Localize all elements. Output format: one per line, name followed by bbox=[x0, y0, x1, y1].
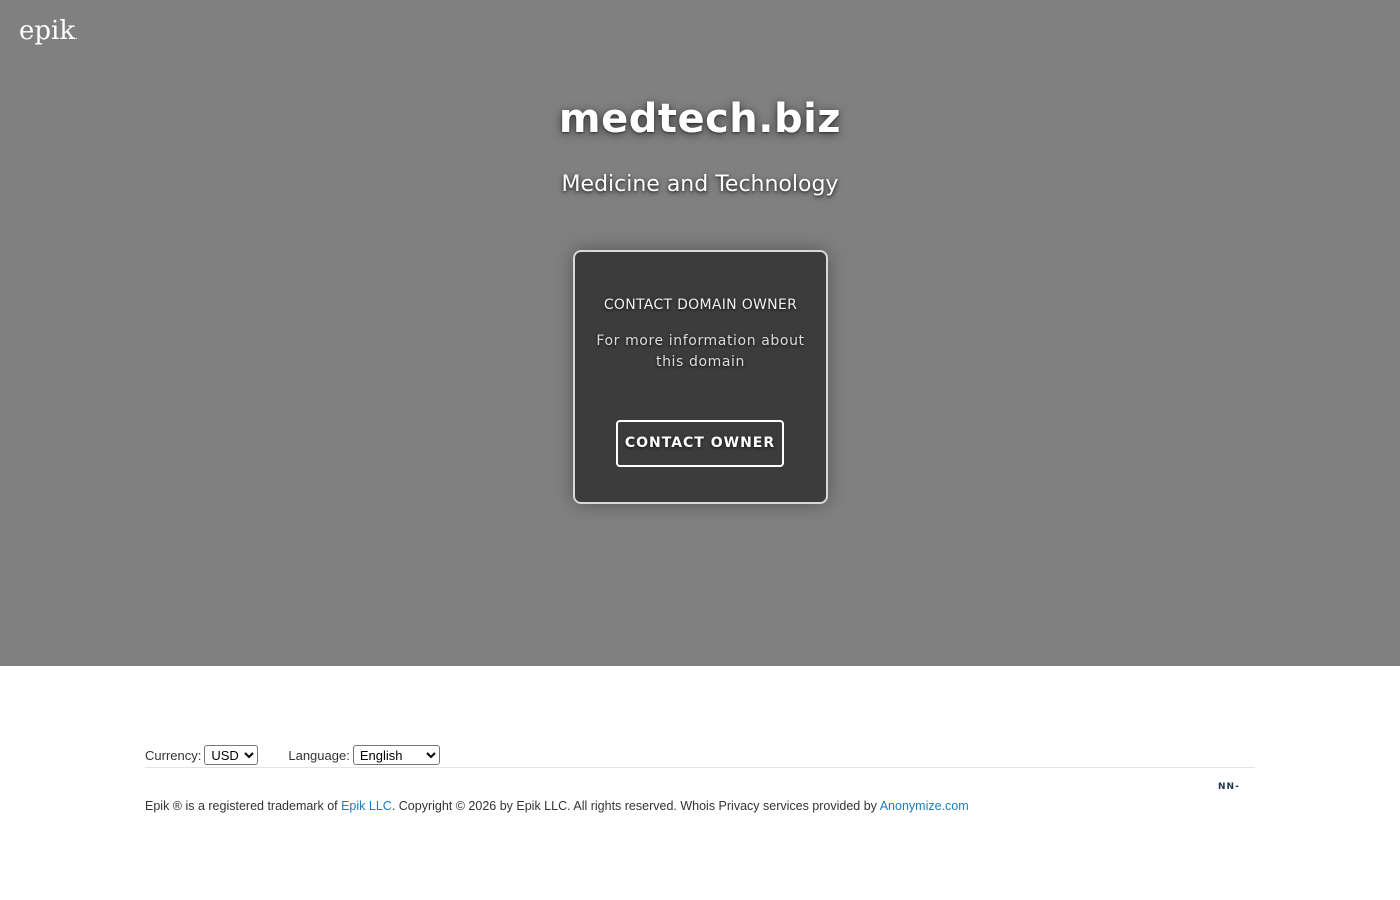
footer-copyright: Epik ® is a registered trademark of Epik… bbox=[145, 799, 969, 813]
footer-divider bbox=[145, 767, 1255, 768]
contact-card-text: For more information about this domain bbox=[596, 333, 805, 370]
contact-owner-button[interactable]: CONTACT OWNER bbox=[616, 420, 784, 467]
hero-section: epik. medtech.biz Medicine and Technolog… bbox=[0, 0, 1400, 666]
partner-logo[interactable]: NN- bbox=[1218, 782, 1240, 792]
epik-logo[interactable]: epik. bbox=[19, 16, 78, 46]
footer-controls: Currency: USD Language: English bbox=[145, 744, 1255, 766]
language-label: Language: bbox=[288, 747, 350, 763]
epik-llc-link[interactable]: Epik LLC bbox=[341, 799, 392, 813]
language-select[interactable]: English bbox=[352, 745, 440, 765]
currency-select[interactable]: USD bbox=[204, 745, 259, 765]
domain-title: medtech.biz bbox=[558, 96, 842, 142]
copyright-middle: . Copyright © 2026 by Epik LLC. All righ… bbox=[391, 799, 880, 813]
epik-logo-mark: . bbox=[75, 32, 78, 41]
domain-tagline: Medicine and Technology bbox=[561, 172, 839, 197]
footer: Currency: USD Language: English NN- Epik… bbox=[145, 744, 1255, 813]
contact-card-heading: CONTACT DOMAIN OWNER bbox=[603, 297, 798, 313]
copyright-prefix: Epik ® is a registered trademark of bbox=[145, 799, 342, 813]
anonymize-link[interactable]: Anonymize.com bbox=[880, 799, 969, 813]
epik-logo-text: epik bbox=[19, 16, 76, 46]
currency-label: Currency: bbox=[145, 747, 202, 763]
contact-card: CONTACT DOMAIN OWNER For more informatio… bbox=[573, 250, 828, 504]
